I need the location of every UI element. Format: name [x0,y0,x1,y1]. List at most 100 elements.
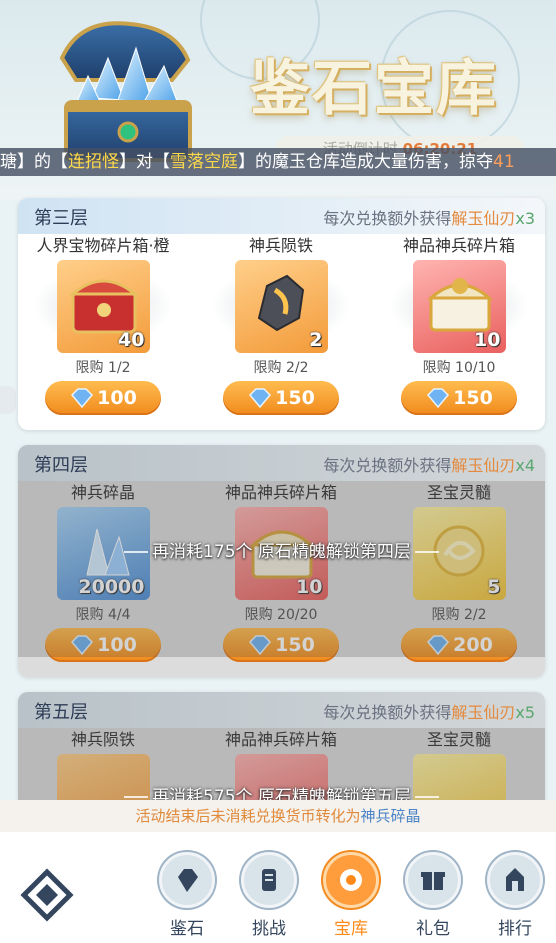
tier-name: 第三层 [34,208,88,229]
news-ticker: 瑭】的【连招怪】对【雪落空庭】的魔玉仓库造成大量伤害，掠夺41 [0,148,556,176]
item-name: 神兵陨铁 [70,730,135,749]
ticker-text: 瑭 [0,152,17,172]
tier-items: 神兵碎晶 20000 限购 4/4 100 神品神兵碎片箱 10 限购 20/2… [18,481,545,662]
purchase-limit: 限购 10/10 [422,360,496,376]
nav-label: 鉴石 [170,919,204,939]
price-value: 200 [453,634,493,656]
red-chest-icon [68,279,139,334]
crystal-currency-icon [427,635,450,656]
stone-icon [159,852,215,908]
shop-item: 神品神兵碎片箱 10 限购 10/10 150 [379,234,539,415]
tier-header: 第五层 每次兑换额外获得解玉仙刃x5 [18,692,545,728]
nav-item-treasury[interactable]: 宝库 [310,842,392,943]
divine-chest-icon [426,278,493,332]
tier-items: 人界宝物碎片箱·橙 40 限购 1/2 100 神兵陨铁 2 限购 2/2 15… [18,234,545,415]
ticker-text: 】对【 [119,152,170,172]
item-quantity: 5 [487,576,501,598]
crystal-currency-icon [71,635,94,656]
ticker-text: 】的【 [17,152,68,172]
tier-name: 第四层 [34,455,88,476]
tier-bonus: 每次兑换额外获得解玉仙刃x4 [323,452,535,476]
tier-bonus-item: 解玉仙刃 [451,703,516,722]
tier-bonus-mult: x4 [515,456,535,475]
price-value: 150 [275,634,315,656]
item-name: 神兵碎晶 [70,483,135,502]
price-value: 100 [97,387,137,409]
shop-item: 神兵陨铁 2 限购 2/2 150 [201,234,361,415]
scroll-icon [241,852,297,908]
price-value: 100 [97,634,137,656]
nav-item-jianshi[interactable]: 鉴石 [152,852,222,939]
item-name: 神品神兵碎片箱 [224,483,337,502]
tier-bonus-item: 解玉仙刃 [451,456,516,475]
item-name: 神兵陨铁 [248,236,313,255]
ticker-player-name: 连招怪 [68,152,119,172]
price-value: 150 [275,387,315,409]
item-name: 人界宝物碎片箱·橙 [36,236,170,255]
crystal-currency-icon [71,388,94,409]
item-quantity: 10 [296,576,323,598]
meteor-iron-icon [257,274,304,332]
nav-label: 排行 [498,919,532,939]
nav-item-gift[interactable]: 礼包 [398,852,468,939]
page-title: 鉴石宝库 [250,54,498,124]
ticker-place-name: 雪落空庭 [170,152,238,172]
nav-item-challenge[interactable]: 挑战 [234,852,304,939]
tier-bonus: 每次兑换额外获得解玉仙刃x5 [323,699,535,723]
shop-item: 人界宝物碎片箱·橙 40 限购 1/2 100 [23,234,183,415]
nav-label: 挑战 [252,919,286,939]
crystal-currency-icon [249,388,272,409]
conversion-note: 活动结束后未消耗兑换货币转化为神兵碎晶 [0,800,556,832]
crystal-currency-icon [249,635,272,656]
unlock-message: 再消耗575个 原石精魄解锁第五层 [18,782,545,800]
buy-button[interactable]: 150 [401,381,517,415]
treasure-chest-icon [59,21,192,162]
nav-item-ranking[interactable]: 排行 [480,852,550,939]
bottom-nav: 鉴石 挑战 宝库 礼包 排行 [0,832,556,943]
tier-bonus-prefix: 每次兑换额外获得 [323,209,452,228]
item-name: 圣宝灵髓 [426,730,491,749]
unlock-message-text: 再消耗175个 原石精魄解锁第四层 [152,542,411,562]
tier-card-4: 第四层 每次兑换额外获得解玉仙刃x4 再消耗175个 原石精魄解锁第四层 神兵碎… [18,445,545,677]
shop-item: 神兵碎晶 20000 限购 4/4 100 [23,481,183,662]
conversion-note-text: 活动结束后未消耗兑换货币转化为 [135,807,361,825]
crystal-currency-icon [427,388,450,409]
buy-button[interactable]: 200 [401,628,517,662]
item-icon-box[interactable]: 2 [234,260,328,353]
buy-button[interactable]: 150 [223,381,339,415]
tier-bonus-item: 解玉仙刃 [451,209,516,228]
item-name: 神品神兵碎片箱 [402,236,515,255]
tier-bonus-prefix: 每次兑换额外获得 [323,456,452,475]
item-quantity: 40 [118,329,145,351]
item-quantity: 2 [309,329,323,351]
tier-header: 第四层 每次兑换额外获得解玉仙刃x4 [18,445,545,481]
shop-item: 神品神兵碎片箱 10 限购 20/20 150 [201,481,361,662]
buy-button[interactable]: 150 [223,628,339,662]
tier-card-5: 第五层 每次兑换额外获得解玉仙刃x5 再消耗575个 原石精魄解锁第五层 神兵陨… [18,692,545,800]
ticker-text: 】的魔玉仓库造成大量伤害，掠夺 [238,152,493,172]
purchase-limit: 限购 2/2 [431,607,487,623]
item-icon-box[interactable]: 40 [56,260,150,353]
tier-bonus: 每次兑换额外获得解玉仙刃x3 [323,205,535,229]
buy-button[interactable]: 100 [45,628,161,662]
purchase-limit: 限购 2/2 [253,360,309,376]
nav-label: 礼包 [416,919,450,939]
item-quantity: 10 [474,329,501,351]
purchase-limit: 限购 4/4 [75,607,131,623]
item-icon-box[interactable]: 10 [412,260,506,353]
item-name: 神品神兵碎片箱 [224,730,337,749]
tier-bonus-prefix: 每次兑换额外获得 [323,703,452,722]
tier-bonus-mult: x5 [515,703,535,722]
unlock-message: 再消耗175个 原石精魄解锁第四层 [18,537,545,562]
conversion-note-highlight: 神兵碎晶 [360,807,421,825]
treasury-icon [323,852,379,908]
ticker-amount: 41 [493,152,515,172]
side-tab[interactable] [0,386,16,414]
diamond-logo-icon[interactable] [20,868,74,922]
tier-card-3: 第三层 每次兑换额外获得解玉仙刃x3 人界宝物碎片箱·橙 40 限购 1/2 1… [18,198,545,430]
purchase-limit: 限购 1/2 [75,360,131,376]
unlock-message-text: 再消耗575个 原石精魄解锁第五层 [152,787,411,800]
tier-bonus-mult: x3 [515,209,535,228]
buy-button[interactable]: 100 [45,381,161,415]
item-name: 圣宝灵髓 [426,483,491,502]
